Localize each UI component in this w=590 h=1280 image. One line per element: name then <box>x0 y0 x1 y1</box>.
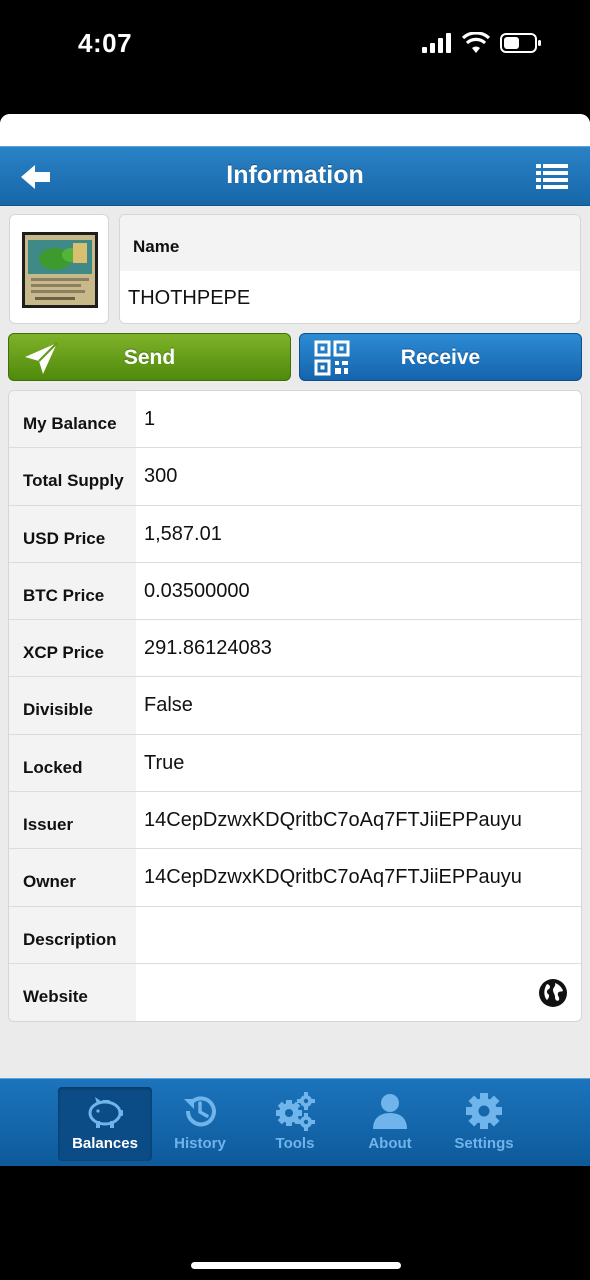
name-label: Name <box>120 215 580 271</box>
row-total-supply: Total Supply 300 <box>9 448 581 506</box>
home-area <box>0 1166 590 1280</box>
row-label: Website <box>9 963 136 1022</box>
row-label: BTC Price <box>9 562 136 620</box>
row-label: XCP Price <box>9 620 136 677</box>
row-label: Divisible <box>9 677 136 734</box>
row-website: Website <box>9 963 581 1022</box>
tab-tools[interactable]: Tools <box>248 1087 342 1161</box>
row-value: 0.03500000 <box>144 579 250 602</box>
tab-label: About <box>368 1135 412 1152</box>
row-owner: Owner 14CepDzwxKDQritbC7oAq7FTJiiEPPauyu <box>9 849 581 907</box>
row-my-balance: My Balance 1 <box>9 391 581 449</box>
row-locked: Locked True <box>9 734 581 793</box>
status-bar: 4:07 <box>0 0 590 114</box>
row-issuer: Issuer 14CepDzwxKDQritbC7oAq7FTJiiEPPauy… <box>9 792 581 850</box>
row-value: False <box>144 694 193 717</box>
send-button[interactable]: Send <box>8 333 291 381</box>
row-label: My Balance <box>9 391 136 448</box>
page-title: Information <box>226 161 364 189</box>
signal-icon <box>422 33 451 53</box>
tab-about[interactable]: About <box>343 1087 437 1161</box>
owner-address[interactable]: 14CepDzwxKDQritbC7oAq7FTJiiEPPauyu <box>136 849 581 905</box>
row-label: Issuer <box>9 792 136 849</box>
tab-balances[interactable]: Balances <box>58 1087 152 1161</box>
home-indicator[interactable] <box>191 1262 401 1269</box>
row-btc-price: BTC Price 0.03500000 <box>9 562 581 621</box>
tab-label: History <box>174 1135 226 1152</box>
asset-card-image[interactable] <box>22 232 98 308</box>
top-strip <box>0 114 590 146</box>
tab-bar: Balances History Tools About Settings <box>0 1078 590 1166</box>
app-screen: Information Name THOTHPEPE Send Receive … <box>0 114 590 1166</box>
status-icons <box>422 32 542 54</box>
row-value: 1 <box>144 408 156 430</box>
row-usd-price: USD Price 1,587.01 <box>9 505 581 563</box>
tab-settings[interactable]: Settings <box>437 1087 531 1161</box>
receive-label: Receive <box>400 346 481 369</box>
row-label: Total Supply <box>9 448 136 505</box>
row-divisible: Divisible False <box>9 677 581 735</box>
row-label: Locked <box>9 734 136 792</box>
row-label: Owner <box>9 849 136 906</box>
wifi-icon <box>462 32 490 53</box>
gears-icon <box>276 1092 315 1131</box>
row-value: 1,587.01 <box>144 522 222 545</box>
row-label: USD Price <box>9 505 136 562</box>
tab-label: Tools <box>275 1135 315 1152</box>
row-value <box>136 964 581 1021</box>
row-value: 300 <box>144 465 178 488</box>
row-value: True <box>144 751 185 774</box>
row-description: Description <box>9 906 581 964</box>
globe-icon[interactable] <box>538 978 568 1008</box>
send-label: Send <box>123 346 176 369</box>
tab-label: Balances <box>72 1135 138 1152</box>
navbar: Information <box>0 146 590 206</box>
piggy-bank-icon <box>88 1097 123 1128</box>
gear-icon <box>466 1093 502 1129</box>
battery-icon <box>500 33 541 53</box>
user-icon <box>373 1094 407 1129</box>
asset-name-box: Name THOTHPEPE <box>119 214 581 324</box>
status-time: 4:07 <box>78 28 133 58</box>
row-value: 291.86124083 <box>144 637 272 660</box>
issuer-address[interactable]: 14CepDzwxKDQritbC7oAq7FTJiiEPPauyu <box>136 792 581 848</box>
row-value <box>136 907 581 963</box>
receive-button[interactable]: Receive <box>299 333 582 381</box>
tab-label: Settings <box>454 1135 514 1152</box>
list-menu-icon[interactable] <box>536 163 568 189</box>
asset-info-table: My Balance 1 Total Supply 300 USD Price … <box>8 390 582 1023</box>
asset-name: THOTHPEPE <box>128 287 251 309</box>
row-label: Description <box>9 906 136 963</box>
tab-history[interactable]: History <box>153 1087 247 1161</box>
row-xcp-price: XCP Price 291.86124083 <box>9 620 581 678</box>
history-icon <box>184 1096 216 1127</box>
asset-image-box <box>9 214 109 324</box>
